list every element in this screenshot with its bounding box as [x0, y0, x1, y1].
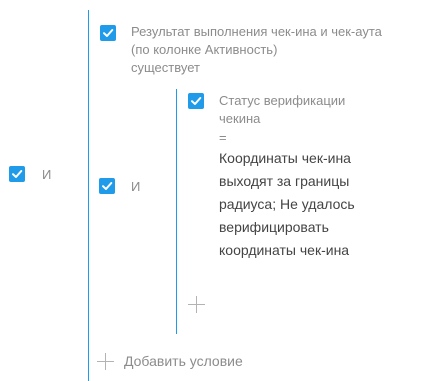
condition-1-line: Результат выполнения чек-ина и чек-аута	[131, 24, 382, 39]
condition-2-column-line: чекина	[219, 111, 261, 126]
outer-group-operator[interactable]: И	[42, 167, 51, 182]
condition-1-line: существует	[131, 60, 200, 75]
condition-2-value: Координаты чек-ина выходят за границы ра…	[219, 147, 355, 262]
condition-2-value-line: выходят за границы	[219, 173, 350, 189]
condition-2-value-line: верифицировать	[219, 219, 329, 235]
inner-group-operator[interactable]: И	[131, 179, 140, 194]
condition-1-text[interactable]: Результат выполнения чек-ина и чек-аута …	[131, 23, 382, 77]
outer-group-checkbox[interactable]	[9, 166, 25, 182]
condition-2-checkbox[interactable]	[188, 93, 204, 109]
checkmark-icon	[12, 170, 23, 178]
condition-2-text[interactable]: Статус верификации чекина = Координаты ч…	[219, 92, 355, 262]
condition-2-value-line: Координаты чек-ина	[219, 150, 351, 166]
add-condition-button[interactable]: Добавить условие	[97, 351, 243, 371]
inner-add-condition-plus-icon[interactable]	[188, 296, 205, 313]
condition-2-comparison: =	[219, 130, 227, 145]
checkmark-icon	[191, 97, 202, 105]
checkmark-icon	[102, 182, 113, 190]
condition-1-checkbox[interactable]	[100, 25, 116, 41]
inner-group-line	[176, 89, 177, 334]
inner-group-checkbox[interactable]	[99, 178, 115, 194]
checkmark-icon	[103, 29, 114, 37]
outer-group-line	[88, 10, 89, 381]
condition-2-column-line: Статус верификации	[219, 93, 346, 108]
condition-1-line: (по колонке Активность)	[131, 42, 278, 57]
plus-icon	[97, 352, 114, 370]
condition-2-column: Статус верификации чекина	[219, 92, 355, 128]
add-condition-label: Добавить условие	[124, 353, 243, 369]
condition-2-value-line: координаты чек-ина	[219, 242, 350, 258]
condition-2-value-line: радиуса; Не удалось	[219, 196, 355, 212]
